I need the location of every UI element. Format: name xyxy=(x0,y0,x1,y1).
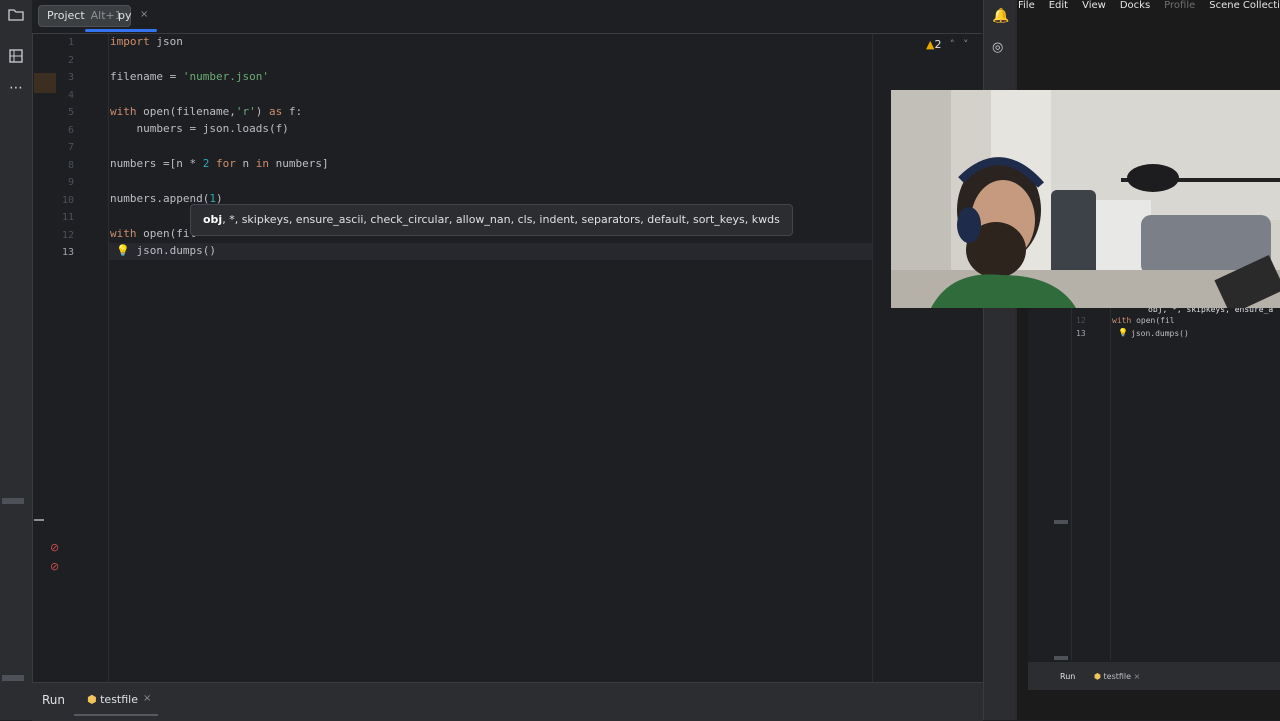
code-token: filename = xyxy=(110,70,183,83)
code-token: f: xyxy=(282,105,303,118)
sidebar-handle-bottom[interactable] xyxy=(2,675,24,681)
code-line-12[interactable]: with open(fil xyxy=(110,227,196,240)
preview-code-line: with open(fil xyxy=(1112,316,1175,325)
python-icon: ⬢ xyxy=(1094,672,1101,681)
code-token: numbers] xyxy=(268,157,329,170)
editor-tab-bar xyxy=(32,0,982,34)
more-tools-icon[interactable]: ⋯ xyxy=(7,79,25,97)
run-config-tab[interactable]: ⬢ testfile xyxy=(87,693,138,706)
error-icon[interactable]: ⊘ xyxy=(50,541,59,554)
preview-lightbulb-icon: 💡 xyxy=(1118,328,1128,337)
code-token: with xyxy=(110,227,137,240)
line-number: 10 xyxy=(61,195,74,206)
preview-run-config: ⬢ testfile × xyxy=(1094,672,1140,681)
ai-assistant-icon[interactable]: ◎ xyxy=(992,40,1003,55)
run-tab[interactable]: Run xyxy=(42,693,65,707)
line-number: 3 xyxy=(67,72,74,83)
tab-close-icon[interactable]: × xyxy=(140,9,148,20)
code-token: json xyxy=(149,35,183,48)
ide-window: ⋯ ProjectAlt+1 py × ▾ 1 2 3 4 5 6 7 8 9 … xyxy=(0,0,1016,721)
code-token: n xyxy=(235,157,256,170)
code-line-3[interactable]: filename = 'number.json' xyxy=(110,70,269,83)
code-token: in xyxy=(255,157,269,170)
code-line-1[interactable]: import json xyxy=(110,35,183,48)
project-tooltip: Project Alt+1 xyxy=(38,5,131,27)
parameter-info-popup: obj, *, skipkeys, ensure_ascii, check_ci… xyxy=(190,204,793,236)
line-number: 4 xyxy=(67,90,74,101)
obs-menu-bar: File Edit View Docks Profile Scene Collection xyxy=(1018,0,1280,12)
code-token: with xyxy=(110,105,137,118)
minimize-icon[interactable] xyxy=(34,519,44,521)
code-token: open(fil xyxy=(1131,316,1175,325)
current-line-highlight xyxy=(109,243,872,260)
chevron-up-icon[interactable]: ˄ xyxy=(949,38,955,51)
python-icon: ⬢ xyxy=(87,693,97,706)
active-tab-indicator xyxy=(85,29,157,32)
code-line-6[interactable]: numbers = json.loads(f) xyxy=(110,122,288,135)
preview-run-tab: Run xyxy=(1060,672,1076,681)
line-number: 6 xyxy=(67,125,74,136)
run-tab-indicator xyxy=(74,714,158,716)
project-folder-icon[interactable] xyxy=(7,8,25,26)
left-tool-strip: ⋯ xyxy=(0,0,33,720)
code-token: import xyxy=(110,35,150,48)
sidebar-handle[interactable] xyxy=(2,498,24,504)
line-number: 8 xyxy=(67,160,74,171)
code-token: ) xyxy=(255,105,269,118)
line-number: 11 xyxy=(61,212,74,223)
code-token: 'number.json' xyxy=(182,70,269,83)
menu-view[interactable]: View xyxy=(1082,0,1106,11)
menu-profile[interactable]: Profile xyxy=(1164,0,1195,11)
menu-scene-collection[interactable]: Scene Collection xyxy=(1209,0,1280,11)
editor-tab-name[interactable]: py xyxy=(118,9,132,22)
tooltip-label: Project xyxy=(47,9,85,22)
run-tab-close-icon[interactable]: × xyxy=(143,693,151,704)
line-number: 7 xyxy=(67,142,74,153)
line-number: 5 xyxy=(67,107,74,118)
menu-docks[interactable]: Docks xyxy=(1120,0,1150,11)
line-number: 2 xyxy=(67,55,74,66)
code-token: for xyxy=(215,157,236,170)
preview-line-number: 12 xyxy=(1076,316,1086,325)
code-token: as xyxy=(268,105,283,118)
right-margin-guide xyxy=(872,34,873,682)
preview-handle xyxy=(1054,520,1068,524)
preview-code-line: json.dumps() xyxy=(1131,329,1189,338)
webcam-overlay xyxy=(891,90,1280,308)
line-number: 13 xyxy=(61,247,74,258)
preview-handle xyxy=(1054,656,1068,660)
code-line-5[interactable]: with open(filename,'r') as f: xyxy=(110,105,302,118)
run-config-name: testfile xyxy=(100,693,138,706)
line-number: 9 xyxy=(67,177,74,188)
preview-close-icon: × xyxy=(1133,672,1141,681)
bottom-tool-bar xyxy=(32,682,983,721)
code-line-8[interactable]: numbers =[n * 2 for n in numbers] xyxy=(110,157,329,170)
param-rest: , *, skipkeys, ensure_ascii, check_circu… xyxy=(222,213,780,226)
code-token: with xyxy=(1112,316,1132,325)
param-current: obj xyxy=(203,213,223,226)
line-number: 12 xyxy=(61,230,74,241)
inspection-widget[interactable]: ▲2 ˄ ˅ xyxy=(926,38,968,51)
code-token: open(fil xyxy=(136,227,197,240)
menu-file[interactable]: File xyxy=(1018,0,1035,11)
gutter-divider xyxy=(108,34,109,682)
code-token: numbers =[n * xyxy=(110,157,203,170)
lightbulb-icon[interactable]: 💡 xyxy=(116,244,130,257)
line-number: 1 xyxy=(67,37,74,48)
menu-edit[interactable]: Edit xyxy=(1049,0,1068,11)
error-icon[interactable]: ⊘ xyxy=(50,560,59,573)
chevron-down-icon[interactable]: ˅ xyxy=(963,38,969,51)
notifications-bell-icon[interactable]: 🔔 xyxy=(992,8,1009,24)
code-token: open(filename, xyxy=(136,105,236,118)
structure-icon[interactable] xyxy=(7,48,25,66)
code-token: 'r' xyxy=(235,105,256,118)
inspection-count: 2 xyxy=(934,38,942,51)
preview-config-name: testfile xyxy=(1103,672,1132,681)
preview-line-number: 13 xyxy=(1076,329,1086,338)
